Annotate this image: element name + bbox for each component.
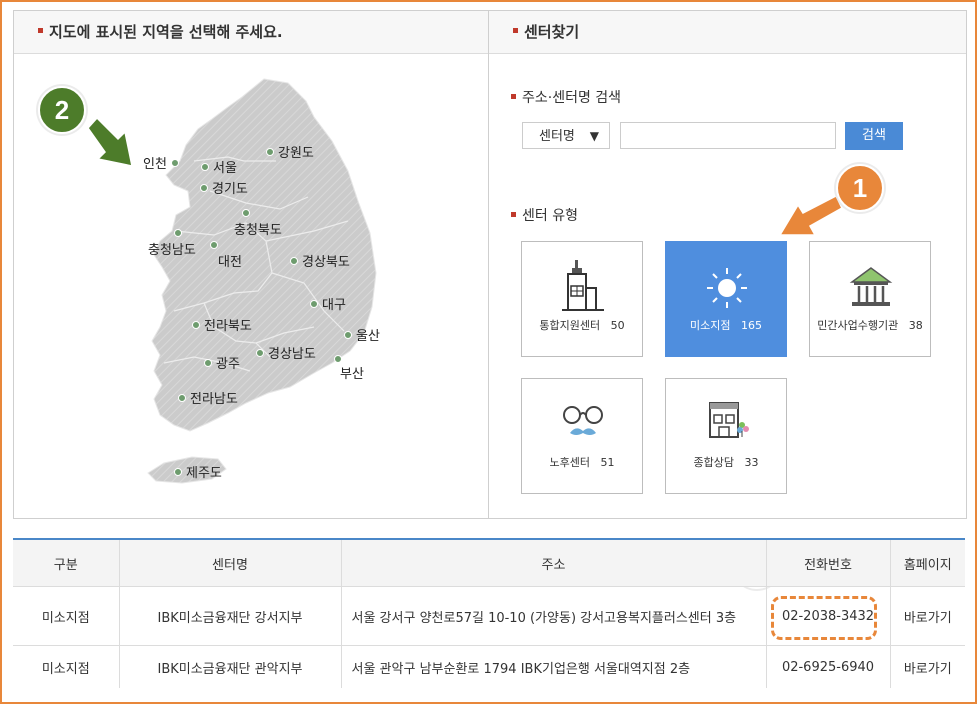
cell-category: 미소지점 [13,586,119,646]
badge-1: 1 [836,164,884,212]
header-homepage: 홈페이지 [889,538,965,587]
homepage-link[interactable]: 바로가기 [889,586,965,646]
header-category: 구분 [13,538,119,587]
cell-category: 미소지점 [13,645,119,688]
cell-address: 서울 강서구 양천로57길 10-10 (가양동) 강서고용복지플러스센터 3층 [340,586,766,646]
phone-highlight-box [771,596,877,640]
arrow-2 [87,116,133,167]
homepage-link[interactable]: 바로가기 [889,645,965,688]
badge-2: 2 [38,86,86,134]
arrow-1 [778,194,843,236]
cell-phone: 02-6925-6940 [765,645,890,688]
table-header-row: 구분 센터명 주소 전화번호 홈페이지 [13,538,965,587]
header-address: 주소 [340,538,766,587]
cell-center-name: IBK미소금융재단 강서지부 [118,586,341,646]
cell-address: 서울 관악구 남부순환로 1794 IBK기업은행 서울대역지점 2층 [340,645,766,688]
header-phone: 전화번호 [765,538,890,587]
header-center-name: 센터명 [118,538,341,587]
table-row: 미소지점 IBK미소금융재단 관악지부 서울 관악구 남부순환로 1794 IB… [13,645,965,688]
cell-center-name: IBK미소금융재단 관악지부 [118,645,341,688]
